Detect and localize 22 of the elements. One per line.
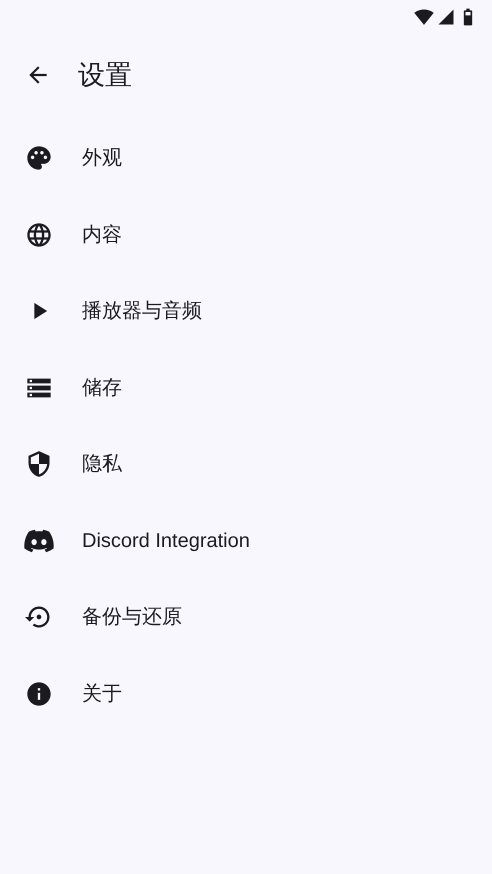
wifi-icon: [414, 7, 434, 27]
palette-icon: [25, 144, 53, 172]
settings-item[interactable]: Discord Integration: [0, 502, 492, 579]
settings-item[interactable]: 隐私: [0, 426, 492, 502]
item-label: 储存: [82, 376, 122, 401]
item-label: 隐私: [82, 452, 122, 478]
settings-item[interactable]: 备份与还原: [0, 579, 492, 656]
item-label: Discord Integration: [82, 528, 250, 554]
settings-item[interactable]: 外观: [0, 120, 492, 196]
item-label: 备份与还原: [82, 605, 182, 630]
item-label: 关于: [82, 682, 122, 707]
settings-item[interactable]: 储存: [0, 350, 492, 426]
item-label: 播放器与音频: [82, 299, 202, 324]
signal-icon: [437, 8, 455, 26]
settings-item[interactable]: 关于: [0, 656, 492, 732]
item-label: 内容: [82, 222, 122, 248]
item-label: 外观: [82, 146, 122, 172]
settings-item[interactable]: 内容: [0, 196, 492, 273]
globe-icon: [25, 220, 53, 249]
settings-item[interactable]: 播放器与音频: [0, 273, 492, 350]
info-icon: [25, 680, 53, 708]
page-title: 设置: [78, 58, 132, 92]
